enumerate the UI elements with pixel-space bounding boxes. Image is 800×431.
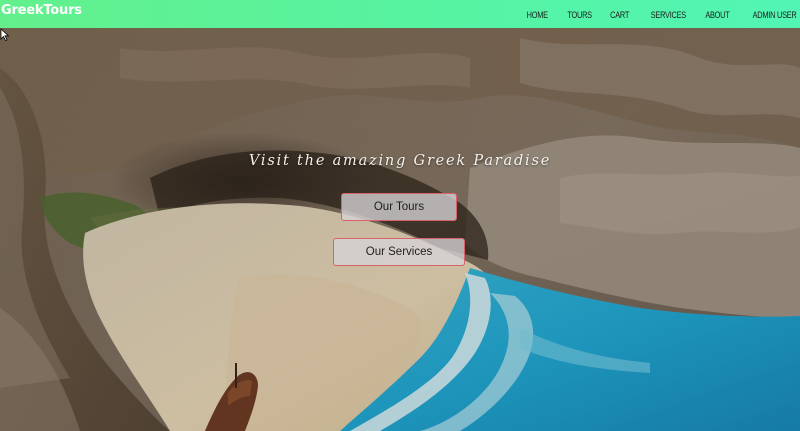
hero-background-image (0, 28, 800, 431)
our-services-button[interactable]: Our Services (333, 238, 465, 266)
mouse-cursor-icon (0, 28, 10, 42)
nav-link-services[interactable]: Services (651, 10, 686, 20)
nav-link-about[interactable]: About (705, 10, 729, 20)
page: GreekTours Home Tours Cart Services Abou… (0, 0, 800, 431)
navbar: GreekTours Home Tours Cart Services Abou… (0, 0, 800, 28)
nav-links: Home Tours Cart Services About Admin Use… (508, 10, 797, 20)
our-tours-button[interactable]: Our Tours (341, 193, 457, 221)
brand-logo[interactable]: GreekTours (1, 3, 82, 18)
nav-link-tours[interactable]: Tours (567, 10, 592, 20)
nav-link-home[interactable]: Home (527, 10, 548, 20)
nav-link-admin-user[interactable]: Admin User (753, 10, 797, 20)
hero-tagline: Visit the amazing Greek Paradise (248, 153, 552, 169)
hero-section: Visit the amazing Greek Paradise Our Tou… (0, 28, 800, 431)
nav-link-cart[interactable]: Cart (610, 10, 629, 20)
